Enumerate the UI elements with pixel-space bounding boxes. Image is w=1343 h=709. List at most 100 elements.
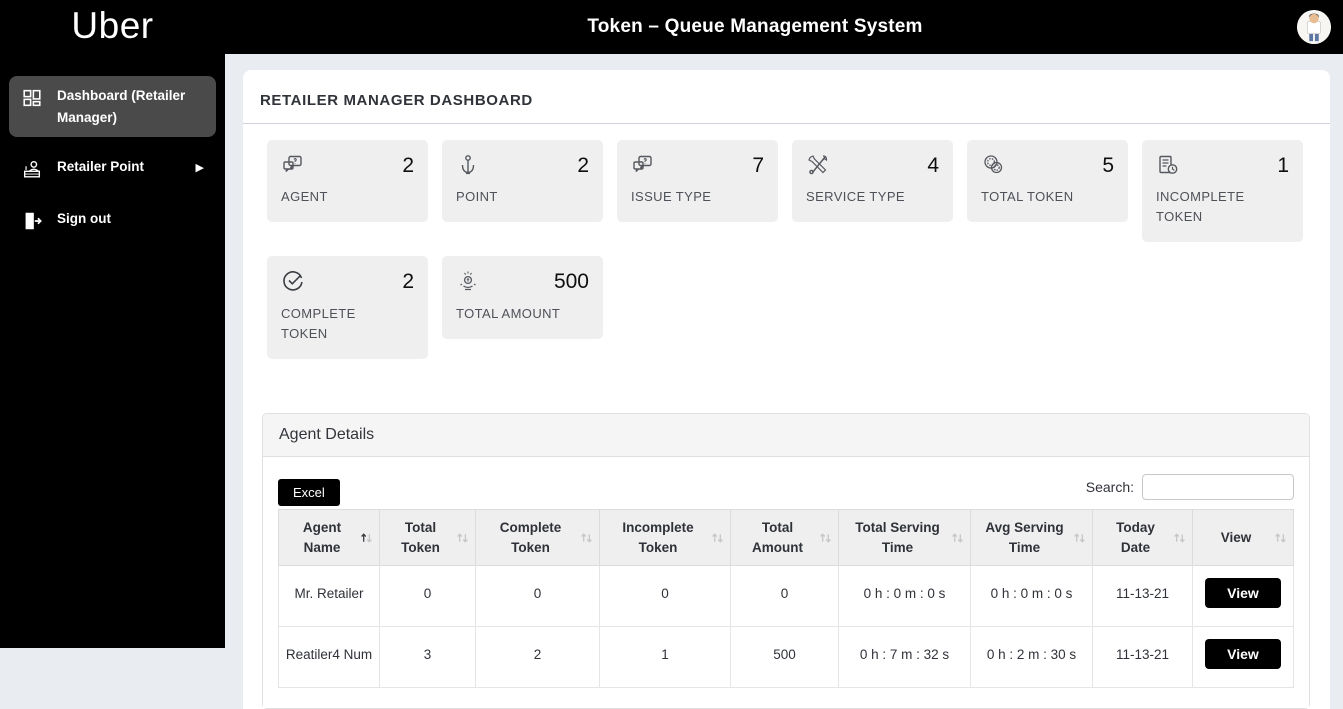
column-header-total-token[interactable]: Total Token <box>379 508 476 567</box>
stat-label: POINT <box>456 189 498 205</box>
cell-view: View <box>1192 565 1294 628</box>
sidebar-item-sign-out[interactable]: Sign out <box>9 199 216 241</box>
page-title-row: RETAILER MANAGER DASHBOARD <box>243 70 1330 124</box>
stat-label: SERVICE TYPE <box>806 189 905 205</box>
view-button[interactable]: View <box>1205 639 1281 670</box>
dashboard-grid-icon <box>21 87 43 109</box>
sidebar-item-label: Sign out <box>57 211 111 227</box>
money-icon <box>456 269 480 293</box>
cell-agent-name: Mr. Retailer <box>278 565 380 628</box>
sort-icon <box>1172 530 1187 545</box>
stat-label: TOTAL AMOUNT <box>456 305 561 321</box>
user-avatar-icon <box>1297 10 1331 44</box>
stat-value: 2 <box>402 270 414 294</box>
cell-incomplete-token: 1 <box>599 626 731 689</box>
sort-icon <box>1072 530 1087 545</box>
column-header-today-date[interactable]: Today Date <box>1092 508 1193 567</box>
cell-total-serving-time: 0 h : 0 m : 0 s <box>838 565 971 628</box>
sidebar-item-label: Retailer Point <box>57 159 145 175</box>
cell-total-serving-time: 0 h : 7 m : 32 s <box>838 626 971 689</box>
retailer-point-icon <box>21 158 43 180</box>
stat-label: TOTAL TOKEN <box>981 189 1074 205</box>
sort-icon <box>818 530 833 545</box>
stat-value: 7 <box>752 154 764 177</box>
service-tools-icon <box>806 153 830 177</box>
view-button[interactable]: View <box>1205 578 1281 609</box>
cell-complete-token: 2 <box>475 626 600 689</box>
search-label: Search: <box>1085 478 1134 495</box>
cell-total-amount: 500 <box>730 626 839 689</box>
stat-card-total-token: 5 TOTAL TOKEN <box>967 140 1128 223</box>
column-header-total-serving-time[interactable]: Total Serving Time <box>838 508 971 567</box>
chevron-right-icon: ▶ <box>195 162 204 175</box>
stat-value: 5 <box>1102 154 1114 177</box>
brand-logo-box: Uber <box>0 7 225 48</box>
top-header-bar: Uber Token – Queue Management System <box>0 0 1343 54</box>
cell-agent-name: Reatiler4 Num <box>278 626 380 689</box>
cell-avg-serving-time: 0 h : 2 m : 30 s <box>970 626 1093 689</box>
sidebar-item-label: Dashboard (Retailer Manager) <box>57 88 186 125</box>
agent-chat-icon <box>281 153 305 177</box>
cell-incomplete-token: 0 <box>599 565 731 628</box>
page-title: RETAILER MANAGER DASHBOARD <box>260 92 533 109</box>
search-input[interactable] <box>1142 473 1294 500</box>
stat-card-complete-token: 2 COMPLETE TOKEN <box>267 256 428 359</box>
sidebar-item-dashboard[interactable]: Dashboard (Retailer Manager) <box>9 76 216 138</box>
stat-label: AGENT <box>281 189 328 205</box>
agent-details-table: Agent Name Total Token Complete Token In… <box>278 508 1294 689</box>
column-header-complete-token[interactable]: Complete Token <box>475 508 600 567</box>
dashboard-card: RETAILER MANAGER DASHBOARD 2 AGENT 2 POI… <box>243 70 1330 709</box>
stat-card-agent: 2 AGENT <box>267 140 428 223</box>
check-circle-icon <box>281 269 305 293</box>
sort-icon <box>950 530 965 545</box>
table-row: Mr. Retailer 0 0 0 0 0 h : 0 m : 0 s 0 h… <box>278 565 1294 628</box>
issue-type-chat-icon <box>631 153 655 177</box>
sort-icon <box>579 530 594 545</box>
stat-value: 1 <box>1277 154 1289 177</box>
cell-today-date: 11-13-21 <box>1092 565 1193 628</box>
sort-icon <box>710 530 725 545</box>
sidebar-nav: Dashboard (Retailer Manager) Retailer Po… <box>0 54 225 648</box>
user-avatar[interactable] <box>1297 10 1331 44</box>
column-header-incomplete-token[interactable]: Incomplete Token <box>599 508 731 567</box>
stat-card-issue-type: 7 ISSUE TYPE <box>617 140 778 223</box>
stat-label: COMPLETE TOKEN <box>281 305 356 341</box>
sign-out-icon <box>21 210 43 232</box>
stat-card-service-type: 4 SERVICE TYPE <box>792 140 953 223</box>
stat-value: 4 <box>927 154 939 177</box>
point-pen-icon <box>456 153 480 177</box>
agent-details-title: Agent Details <box>263 413 1309 457</box>
column-header-total-amount[interactable]: Total Amount <box>730 508 839 567</box>
table-row: Reatiler4 Num 3 2 1 500 0 h : 7 m : 32 s… <box>278 626 1294 689</box>
stat-card-point: 2 POINT <box>442 140 603 223</box>
agent-details-panel: Agent Details Excel Search: Agent Name T… <box>262 412 1310 709</box>
app-title: Token – Queue Management System <box>587 16 923 37</box>
cell-view: View <box>1192 626 1294 689</box>
cell-total-token: 3 <box>379 626 476 689</box>
main-content: RETAILER MANAGER DASHBOARD 2 AGENT 2 POI… <box>225 54 1343 709</box>
cell-today-date: 11-13-21 <box>1092 626 1193 689</box>
uber-logo: Uber <box>71 4 154 46</box>
stats-grid: 2 AGENT 2 POINT 7 ISSUE TYPE 4 SERVICE T… <box>243 124 1330 359</box>
stat-card-incomplete-token: 1 INCOMPLETE TOKEN <box>1142 140 1303 243</box>
column-header-avg-serving-time[interactable]: Avg Serving Time <box>970 508 1093 567</box>
stat-value: 500 <box>553 270 589 294</box>
stat-value: 2 <box>402 154 414 177</box>
sort-icon-asc-active <box>359 530 374 545</box>
column-header-view[interactable]: View <box>1192 508 1294 567</box>
stat-value: 2 <box>577 154 589 177</box>
document-clock-icon <box>1156 153 1180 177</box>
stat-label: INCOMPLETE TOKEN <box>1156 189 1245 225</box>
cell-total-token: 0 <box>379 565 476 628</box>
cell-complete-token: 0 <box>475 565 600 628</box>
excel-export-button[interactable]: Excel <box>278 478 340 506</box>
stat-label: ISSUE TYPE <box>631 189 712 205</box>
cell-avg-serving-time: 0 h : 0 m : 0 s <box>970 565 1093 628</box>
column-header-agent-name[interactable]: Agent Name <box>278 508 380 567</box>
stat-card-total-amount: 500 TOTAL AMOUNT <box>442 256 603 339</box>
coins-icon <box>981 153 1005 177</box>
sort-icon <box>1273 530 1288 545</box>
sidebar-item-retailer-point[interactable]: Retailer Point ▶ <box>9 147 216 189</box>
sort-icon <box>455 530 470 545</box>
cell-total-amount: 0 <box>730 565 839 628</box>
